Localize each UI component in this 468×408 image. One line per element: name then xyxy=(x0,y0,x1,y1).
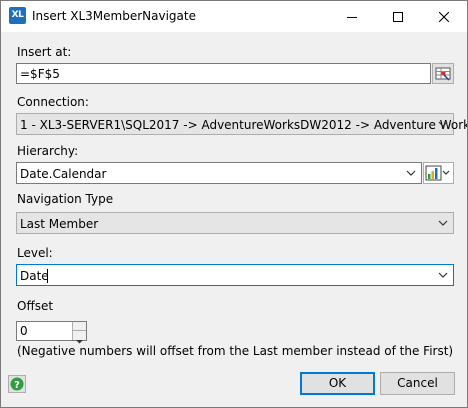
range-picker-icon xyxy=(435,67,451,81)
connection-value: 1 - XL3-SERVER1\SQL2017 -> AdventureWork… xyxy=(20,118,468,132)
level-select[interactable]: Date xyxy=(16,264,454,286)
help-icon: ? xyxy=(10,377,24,391)
connection-label: Connection: xyxy=(17,95,89,109)
ok-button[interactable]: OK xyxy=(300,372,375,395)
hierarchy-value: Date.Calendar xyxy=(20,167,107,181)
level-label: Level: xyxy=(17,246,53,260)
cancel-button[interactable]: Cancel xyxy=(380,372,455,395)
connection-select[interactable]: 1 - XL3-SERVER1\SQL2017 -> AdventureWork… xyxy=(16,113,467,135)
minimize-icon xyxy=(347,16,357,18)
app-icon: XL xyxy=(9,7,26,24)
offset-label: Offset xyxy=(17,299,54,313)
offset-stepper[interactable]: 0 xyxy=(16,321,87,344)
navigation-type-value: Last Member xyxy=(20,217,99,231)
navigation-type-label: Navigation Type xyxy=(17,192,114,206)
close-button[interactable] xyxy=(421,1,467,32)
offset-hint: (Negative numbers will offset from the L… xyxy=(17,344,454,358)
maximize-icon xyxy=(393,11,403,22)
hierarchy-label: Hierarchy: xyxy=(17,144,79,158)
insert-at-label: Insert at: xyxy=(17,45,72,59)
title-bar[interactable]: XL Insert XL3MemberNavigate xyxy=(1,1,467,32)
svg-text:?: ? xyxy=(14,380,20,391)
close-icon xyxy=(439,11,449,22)
dialog-window: XL Insert XL3MemberNavigate Insert at: =… xyxy=(0,0,468,408)
help-button[interactable]: ? xyxy=(8,375,26,393)
maximize-button[interactable] xyxy=(375,1,421,32)
hierarchy-browse-button[interactable] xyxy=(423,162,454,184)
text-cursor xyxy=(47,269,48,283)
chevron-down-icon xyxy=(438,220,448,226)
spin-up-button[interactable] xyxy=(72,322,86,335)
offset-value: 0 xyxy=(20,324,28,338)
spin-down-button[interactable] xyxy=(72,331,86,344)
chevron-down-icon xyxy=(406,170,416,176)
insert-at-field[interactable]: =$F$5 xyxy=(16,63,431,84)
navigation-type-select[interactable]: Last Member xyxy=(16,212,454,234)
chevron-down-icon xyxy=(438,121,448,127)
level-value: Date xyxy=(20,269,49,283)
chevron-down-icon xyxy=(438,272,448,278)
minimize-button[interactable] xyxy=(329,1,375,32)
hierarchy-select[interactable]: Date.Calendar xyxy=(16,162,422,184)
hierarchy-browse-icon xyxy=(425,165,450,181)
window-title: Insert XL3MemberNavigate xyxy=(32,9,196,23)
range-picker-button[interactable] xyxy=(432,63,454,84)
